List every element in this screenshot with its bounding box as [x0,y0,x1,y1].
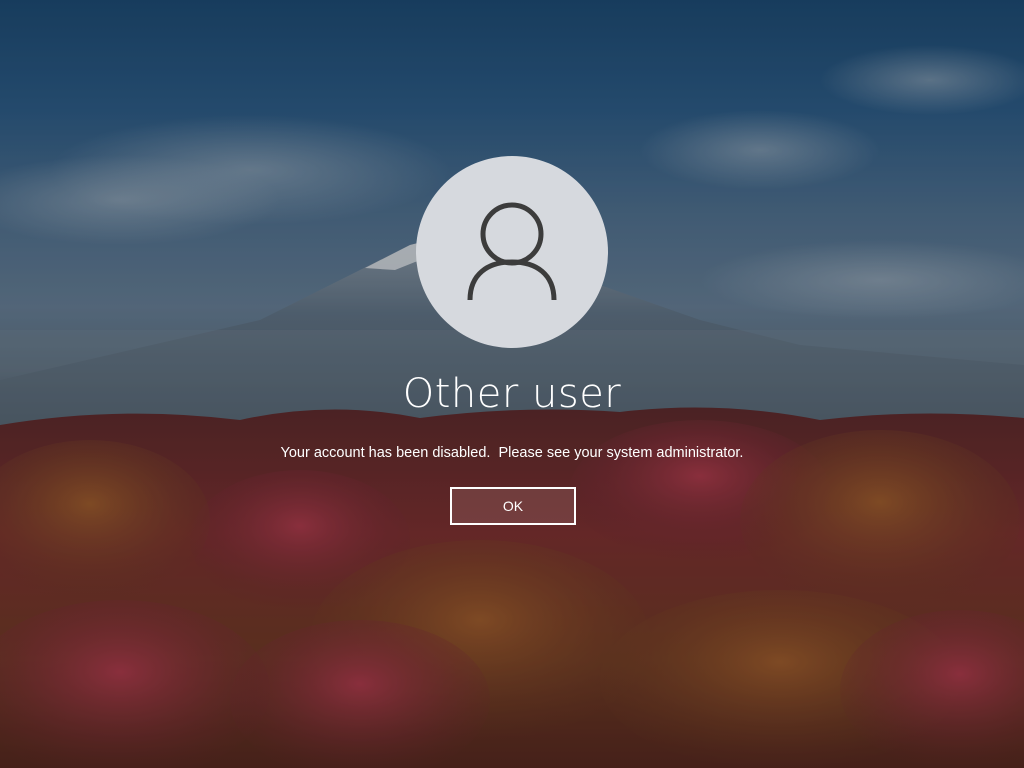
account-disabled-message: Your account has been disabled. Please s… [280,445,744,461]
ok-button[interactable]: OK [450,487,576,525]
login-panel: Other user Your account has been disable… [0,0,1024,768]
user-display-name: Other user [402,371,622,417]
user-avatar [416,156,608,348]
person-icon [467,202,557,301]
